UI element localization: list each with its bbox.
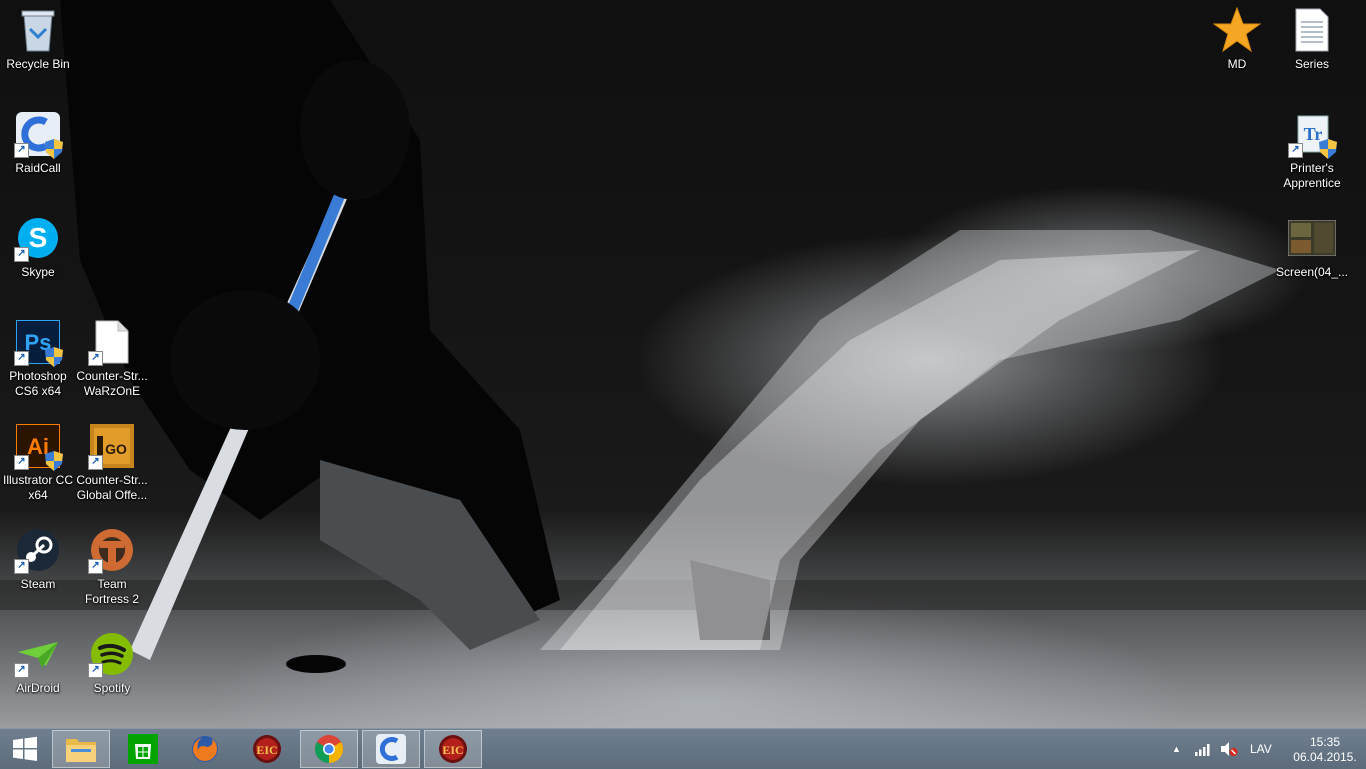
game-badge-icon: EIC	[439, 735, 467, 763]
shortcut-arrow-icon: ↗	[14, 143, 29, 158]
desktop-icon-airdroid[interactable]: ↗ AirDroid	[0, 624, 76, 720]
svg-text:GO: GO	[105, 441, 127, 457]
desktop-icon-cs-warzone[interactable]: ↗ Counter-Str... WaRzOnE	[74, 312, 150, 408]
desktop-icon-label: Recycle Bin	[6, 57, 70, 71]
raidcall-icon	[376, 734, 406, 764]
taskbar-firefox[interactable]	[176, 730, 234, 768]
desktop-icon-label: MD	[1227, 57, 1247, 71]
game-badge-icon: EIC	[253, 735, 281, 763]
shortcut-arrow-icon: ↗	[88, 351, 103, 366]
spotify-icon: ↗	[88, 630, 136, 678]
taskbar: EIC EIC ▲ LAV 15:35 06.04.2015.	[0, 728, 1366, 769]
desktop-icon-photoshop[interactable]: Ps ↗ Photoshop CS6 x64	[0, 312, 76, 408]
firefox-icon	[192, 736, 218, 762]
desktop-icon-printers-apprentice[interactable]: Tr ↗ Printer's Apprentice	[1274, 104, 1350, 200]
chrome-icon	[315, 735, 343, 763]
desktop-icon-csgo[interactable]: GO ↗ Counter-Str... Global Offe...	[74, 416, 150, 512]
taskbar-raidcall[interactable]	[362, 730, 420, 768]
shortcut-arrow-icon: ↗	[88, 663, 103, 678]
shortcut-arrow-icon: ↗	[14, 663, 29, 678]
show-hidden-icons-button[interactable]: ▲	[1172, 729, 1181, 769]
desktop-icon-series[interactable]: Series	[1274, 0, 1350, 96]
desktop-icon-md[interactable]: MD	[1199, 0, 1275, 96]
taskbar-windows-store[interactable]	[114, 730, 172, 768]
desktop-icon-spotify[interactable]: ↗ Spotify	[74, 624, 150, 720]
taskbar-file-explorer[interactable]	[52, 730, 110, 768]
windows-start-icon	[13, 736, 37, 761]
clock-button[interactable]: 15:35 06.04.2015.	[1290, 735, 1360, 765]
airdroid-icon: ↗	[14, 630, 62, 678]
illustrator-icon: Ai ↗	[14, 422, 63, 471]
clock-date: 06.04.2015.	[1293, 750, 1357, 764]
shortcut-arrow-icon: ↗	[1288, 143, 1303, 158]
taskbar-game-app-2[interactable]: EIC	[424, 730, 482, 768]
raidcall-icon: ↗	[14, 110, 63, 159]
desktop-icon-label: Steam	[20, 577, 56, 591]
signal-bars-icon	[1195, 744, 1210, 756]
desktop-icon-label: Photoshop CS6 x64	[9, 369, 67, 398]
skype-icon: S ↗	[14, 214, 62, 262]
svg-text:S: S	[29, 222, 48, 253]
desktop-icon-screenshot[interactable]: Screen(04_...	[1274, 208, 1350, 304]
shortcut-arrow-icon: ↗	[88, 559, 103, 574]
desktop-icon-label: Series	[1294, 57, 1329, 71]
clock-time: 15:35	[1309, 735, 1341, 749]
desktop-icon-label: Screen(04_...	[1275, 265, 1349, 279]
desktop-icon-label: Spotify	[93, 681, 131, 695]
file-explorer-icon	[66, 739, 96, 762]
blank-file-icon: ↗	[88, 318, 136, 366]
star-icon	[1213, 6, 1261, 54]
windows-store-icon	[128, 734, 158, 764]
desktop-icon-label: RaidCall	[15, 161, 61, 175]
printers-apprentice-icon: Tr ↗	[1288, 110, 1337, 159]
svg-text:EIC: EIC	[442, 743, 463, 757]
photoshop-icon: Ps ↗	[14, 318, 63, 367]
shortcut-arrow-icon: ↗	[14, 247, 29, 262]
uac-shield-icon	[45, 347, 63, 367]
desktop-wallpaper	[0, 0, 1366, 728]
desktop-icon-tf2[interactable]: ↗ Team Fortress 2	[74, 520, 150, 616]
volume-button[interactable]	[1220, 729, 1238, 769]
network-status-button[interactable]	[1194, 729, 1212, 769]
desktop-icon-label: Counter-Str... Global Offe...	[76, 473, 148, 502]
desktop-icon-label: Team Fortress 2	[84, 577, 139, 606]
language-indicator: LAV	[1250, 742, 1272, 756]
desktop-icon-recycle-bin[interactable]: Recycle Bin	[0, 0, 76, 96]
recycle-bin-icon	[14, 6, 62, 54]
uac-shield-icon	[45, 139, 63, 159]
desktop-icon-label: Illustrator CC x64	[2, 473, 73, 502]
tf2-icon: ↗	[88, 526, 136, 574]
shortcut-arrow-icon: ↗	[14, 559, 29, 574]
hockey-wallpaper-art	[0, 0, 1366, 673]
desktop-icon-label: AirDroid	[16, 681, 60, 695]
taskbar-chrome[interactable]	[300, 730, 358, 768]
shortcut-arrow-icon: ↗	[14, 455, 29, 470]
desktop-icon-label: Printer's Apprentice	[1283, 161, 1341, 190]
svg-text:EIC: EIC	[256, 743, 277, 757]
speaker-muted-icon	[1221, 742, 1238, 756]
desktop-icon-steam[interactable]: ↗ Steam	[0, 520, 76, 616]
desktop-icon-illustrator[interactable]: Ai ↗ Illustrator CC x64	[0, 416, 76, 512]
steam-icon: ↗	[14, 526, 62, 574]
text-file-icon	[1288, 6, 1336, 54]
input-language-button[interactable]: LAV	[1250, 729, 1272, 769]
desktop-icon-label: Skype	[21, 265, 55, 279]
start-button[interactable]	[0, 730, 50, 768]
uac-shield-icon	[45, 451, 63, 471]
shortcut-arrow-icon: ↗	[88, 455, 103, 470]
desktop-icon-raidcall[interactable]: ↗ RaidCall	[0, 104, 76, 200]
chevron-up-icon: ▲	[1172, 744, 1181, 754]
desktop-icon-skype[interactable]: S ↗ Skype	[0, 208, 76, 304]
shortcut-arrow-icon: ↗	[14, 351, 29, 366]
image-thumbnail-icon	[1288, 214, 1336, 262]
taskbar-game-app-1[interactable]: EIC	[238, 730, 296, 768]
desktop-icon-label: Counter-Str... WaRzOnE	[76, 369, 148, 398]
uac-shield-icon	[1319, 139, 1337, 159]
csgo-icon: GO ↗	[88, 422, 136, 470]
